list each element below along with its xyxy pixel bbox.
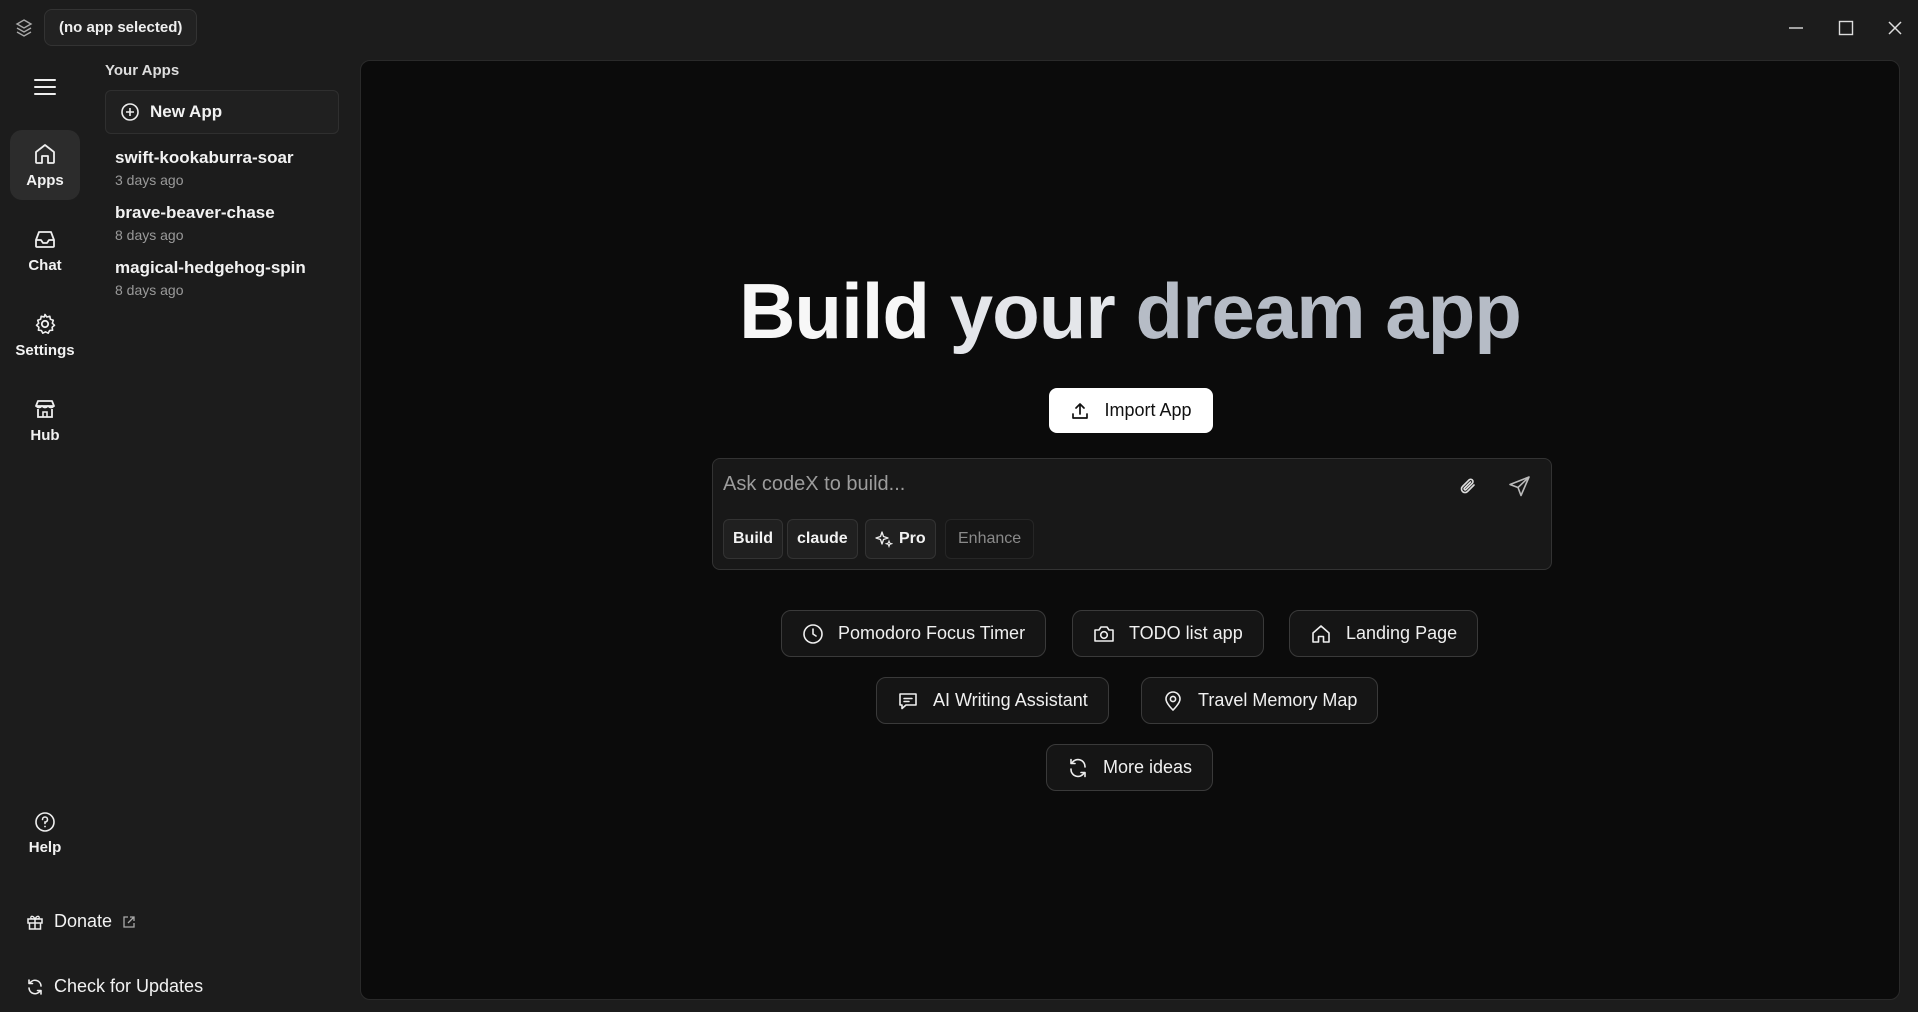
external-link-icon: [122, 915, 136, 929]
rail-item-help[interactable]: Help: [10, 798, 80, 868]
rail-item-label: Settings: [15, 341, 75, 359]
pro-chip[interactable]: Pro: [865, 519, 936, 559]
import-app-button[interactable]: Import App: [1049, 388, 1213, 433]
hero-word-3: dream app: [1135, 267, 1521, 355]
map-pin-icon: [1162, 690, 1184, 712]
gear-icon: [33, 312, 57, 336]
rail-item-hub[interactable]: Hub: [10, 385, 80, 455]
upload-icon: [1070, 401, 1090, 421]
home-icon: [33, 142, 57, 166]
idea-button[interactable]: AI Writing Assistant: [876, 677, 1109, 724]
idea-label: Pomodoro Focus Timer: [838, 623, 1026, 643]
store-icon: [33, 397, 57, 421]
build-mode-chip[interactable]: Build: [723, 519, 783, 559]
app-time: 8 days ago: [115, 282, 184, 298]
close-icon[interactable]: [1877, 12, 1913, 44]
app-time: 8 days ago: [115, 227, 184, 243]
message-icon: [897, 690, 919, 712]
idea-label: Travel Memory Map: [1198, 690, 1358, 710]
panel-title: Your Apps: [105, 62, 180, 79]
check-updates-label: Check for Updates: [54, 976, 204, 996]
home-icon: [1310, 623, 1332, 645]
new-app-label: New App: [150, 102, 223, 121]
title-bar: (no app selected): [0, 0, 1918, 56]
hero-title: Build your dream app: [361, 266, 1899, 357]
rail-item-label: Chat: [28, 256, 62, 274]
app-name: swift-kookaburra-soar: [115, 148, 294, 167]
donate-link[interactable]: Donate: [26, 911, 136, 932]
clock-icon: [802, 623, 824, 645]
camera-icon: [1093, 623, 1115, 645]
idea-label: AI Writing Assistant: [933, 690, 1088, 710]
new-app-button[interactable]: New App: [105, 90, 339, 134]
inbox-icon: [33, 227, 57, 251]
app-logo-icon: [12, 16, 36, 40]
more-ideas-button[interactable]: More ideas: [1046, 744, 1214, 791]
app-name: magical-hedgehog-spin: [115, 258, 306, 277]
help-icon: [34, 811, 56, 833]
nav-rail: Apps Chat Settings Hub Help: [0, 56, 92, 1012]
model-chip[interactable]: claude: [787, 519, 858, 559]
pro-label: Pro: [899, 530, 926, 547]
donate-label: Donate: [54, 911, 113, 931]
minimize-icon[interactable]: [1778, 12, 1814, 44]
rail-item-settings[interactable]: Settings: [10, 300, 80, 370]
app-list-item[interactable]: swift-kookaburra-soar 3 days ago: [115, 148, 345, 188]
send-icon[interactable]: [1503, 469, 1537, 503]
chat-box: Build claude Pro Enhance: [712, 458, 1552, 570]
idea-button[interactable]: Pomodoro Focus Timer: [781, 610, 1047, 657]
app-list-item[interactable]: brave-beaver-chase 8 days ago: [115, 203, 345, 243]
chat-input[interactable]: [723, 469, 1423, 499]
rail-item-label: Apps: [26, 171, 64, 189]
enhance-chip[interactable]: Enhance: [945, 519, 1035, 559]
hero-word-1: Build: [739, 267, 930, 355]
sparkles-icon: [875, 530, 893, 548]
maximize-icon[interactable]: [1828, 12, 1864, 44]
hero-word-2: your: [949, 267, 1116, 355]
rail-item-label: Help: [28, 838, 62, 856]
rail-item-label: Hub: [30, 426, 60, 444]
app-selector[interactable]: (no app selected): [44, 9, 198, 46]
idea-label: TODO list app: [1129, 623, 1243, 643]
check-updates-link[interactable]: Check for Updates: [26, 976, 203, 997]
apps-panel: Your Apps New App swift-kookaburra-soar …: [92, 56, 360, 1012]
idea-label: Landing Page: [1346, 623, 1458, 643]
idea-button[interactable]: Landing Page: [1289, 610, 1479, 657]
refresh-icon: [1067, 757, 1089, 779]
gift-icon: [26, 913, 44, 931]
plus-circle-icon: [120, 102, 140, 122]
refresh-icon: [26, 978, 44, 996]
app-list-item[interactable]: magical-hedgehog-spin 8 days ago: [115, 258, 345, 298]
idea-button[interactable]: Travel Memory Map: [1141, 677, 1379, 724]
import-app-label: Import App: [1104, 400, 1192, 420]
rail-item-apps[interactable]: Apps: [10, 130, 80, 200]
idea-label: More ideas: [1103, 757, 1193, 777]
menu-icon[interactable]: [26, 70, 64, 104]
idea-button[interactable]: TODO list app: [1072, 610, 1264, 657]
app-name: brave-beaver-chase: [115, 203, 275, 222]
rail-item-chat[interactable]: Chat: [10, 215, 80, 285]
paperclip-icon[interactable]: [1453, 471, 1483, 501]
main-area: Build your dream app Import App Build cl…: [360, 60, 1900, 1000]
app-time: 3 days ago: [115, 172, 184, 188]
